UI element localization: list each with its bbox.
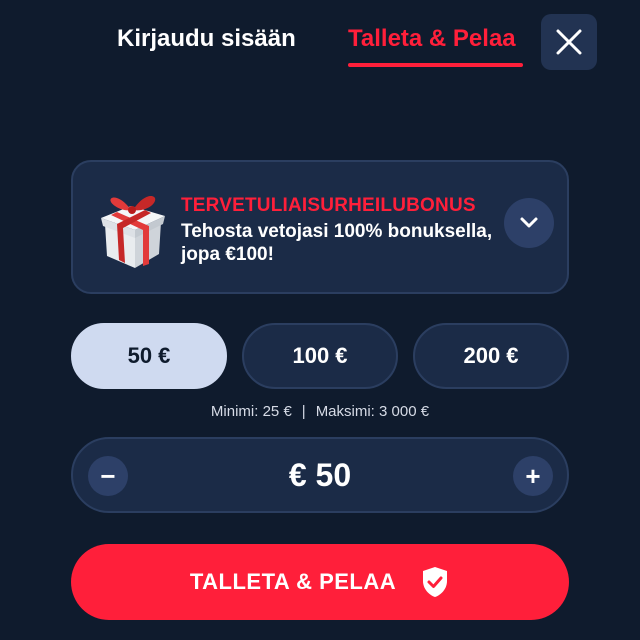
min-limit: Minimi: 25 €	[210, 403, 292, 420]
preset-amount-200[interactable]: 200 €	[413, 323, 569, 389]
tab-deposit-and-play[interactable]: Talleta & Pelaa	[348, 24, 516, 54]
gift-icon	[101, 195, 165, 268]
deposit-and-play-button[interactable]: TALLETA & PELAA	[71, 544, 569, 620]
deposit-limits: Minimi: 25 € | Maksimi: 3 000 €	[0, 403, 640, 420]
close-button[interactable]	[541, 14, 597, 70]
close-icon	[556, 29, 582, 55]
max-limit: Maksimi: 3 000 €	[315, 403, 430, 420]
active-tab-underline	[348, 63, 523, 67]
increase-amount-button[interactable]: +	[513, 456, 553, 496]
tab-login[interactable]: Kirjaudu sisään	[117, 24, 296, 54]
bonus-description: Tehosta vetojasi 100% bonuksella, jopa €…	[181, 221, 493, 265]
shield-check-icon	[423, 567, 448, 597]
limit-separator: |	[301, 403, 306, 420]
amount-stepper: € 50 − +	[71, 437, 569, 513]
welcome-bonus-card[interactable]: TERVETULIAISURHEILUBONUS Tehosta vetojas…	[71, 160, 569, 294]
amount-value[interactable]: € 50	[73, 439, 567, 511]
expand-bonus-button[interactable]	[504, 198, 554, 248]
deposit-button-label: TALLETA & PELAA	[189, 569, 397, 594]
deposit-modal: Kirjaudu sisään Talleta & Pelaa TERVETUL…	[0, 0, 640, 640]
preset-amount-100[interactable]: 100 €	[242, 323, 398, 389]
decrease-amount-button[interactable]: −	[88, 456, 128, 496]
preset-amount-50[interactable]: 50 €	[71, 323, 227, 389]
bonus-title: TERVETULIAISURHEILUBONUS	[181, 195, 476, 216]
chevron-down-icon	[520, 217, 538, 228]
